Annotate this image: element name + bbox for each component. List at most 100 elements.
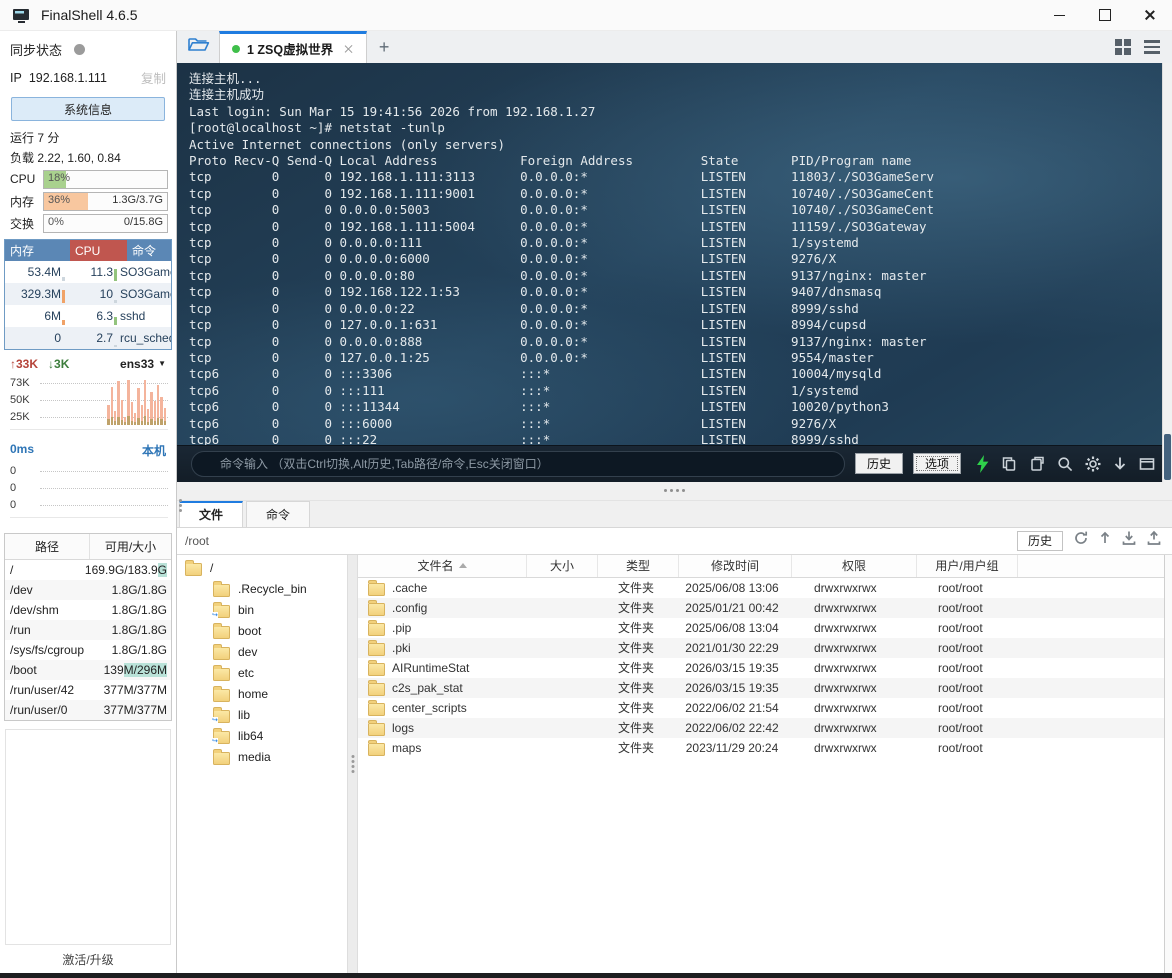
command-input[interactable]	[191, 451, 845, 477]
connected-dot-icon	[232, 45, 240, 53]
file-table-scrollbar-track[interactable]	[1164, 555, 1172, 974]
tree-item[interactable]: home	[177, 684, 347, 705]
file-row[interactable]: .config 文件夹 2025/01/21 00:42 drwxrwxrwx …	[358, 598, 1164, 618]
file-row[interactable]: logs 文件夹 2022/06/02 22:42 drwxrwxrwx roo…	[358, 718, 1164, 738]
layout-grid-icon[interactable]	[1115, 39, 1131, 55]
refresh-icon[interactable]	[1073, 530, 1089, 551]
process-col-cpu[interactable]: CPU	[70, 240, 127, 261]
terminal-scrollbar-track	[1162, 63, 1172, 482]
process-row[interactable]: 329.3M 10 SO3GameS...	[5, 283, 171, 305]
terminal-area[interactable]: 连接主机... 连接主机成功 Last login: Sun Mar 15 19…	[177, 63, 1172, 445]
file-row[interactable]: center_scripts 文件夹 2022/06/02 21:54 drwx…	[358, 698, 1164, 718]
tab-files[interactable]: 文件	[179, 501, 243, 527]
tree-item[interactable]: boot	[177, 621, 347, 642]
download-icon[interactable]	[1121, 530, 1137, 551]
col-type[interactable]: 类型	[598, 555, 679, 577]
tree-item[interactable]: bin	[177, 600, 347, 621]
quick-command-icon[interactable]	[975, 455, 990, 473]
tree-item[interactable]: lib	[177, 705, 347, 726]
new-tab-button[interactable]: +	[367, 31, 401, 63]
minimize-icon	[1054, 15, 1065, 16]
session-tab[interactable]: 1 ZSQ虚拟世界	[219, 31, 367, 63]
process-col-mem[interactable]: 内存	[5, 240, 70, 261]
tree-item[interactable]: etc	[177, 663, 347, 684]
tree-item-label: etc	[238, 666, 254, 680]
tree-item[interactable]: .Recycle_bin	[177, 579, 347, 600]
file-row[interactable]: .pki 文件夹 2021/01/30 22:29 drwxrwxrwx roo…	[358, 638, 1164, 658]
tree-item-label: lib64	[238, 729, 263, 743]
system-info-button[interactable]: 系统信息	[11, 97, 165, 121]
copy-ip-button[interactable]: 复制	[141, 68, 166, 87]
file-name: maps	[392, 741, 421, 755]
tree-item-label: /	[210, 561, 213, 575]
disk-col-path[interactable]: 路径	[5, 534, 90, 559]
file-row[interactable]: c2s_pak_stat 文件夹 2026/03/15 19:35 drwxrw…	[358, 678, 1164, 698]
maximize-button[interactable]	[1082, 0, 1127, 30]
net-bar	[67, 377, 69, 425]
tree-item[interactable]: /	[177, 558, 347, 579]
tree-item[interactable]: media	[177, 747, 347, 768]
upload-icon[interactable]	[1146, 530, 1162, 551]
paste-icon[interactable]	[1028, 455, 1046, 473]
process-row[interactable]: 53.4M 11.3 SO3GameC...	[5, 261, 171, 283]
net-bar	[57, 377, 59, 425]
sidebar-splitter-handle[interactable]	[179, 499, 182, 512]
swap-meter: 0% 0/15.8G	[43, 214, 168, 233]
close-button[interactable]	[1127, 0, 1172, 30]
disk-col-size[interactable]: 可用/大小	[90, 534, 171, 559]
transfer-up-icon[interactable]	[1098, 530, 1112, 551]
path-history-button[interactable]: 历史	[1017, 531, 1063, 551]
directory-tree: / .Recycle_bin bin boot dev etc home lib…	[177, 555, 347, 974]
file-row[interactable]: maps 文件夹 2023/11/29 20:24 drwxrwxrwx roo…	[358, 738, 1164, 758]
process-col-cmd[interactable]: 命令	[127, 240, 171, 261]
window-mode-icon[interactable]	[1138, 455, 1156, 473]
net-bar	[131, 377, 133, 425]
download-arrow-icon[interactable]	[1112, 455, 1128, 473]
options-button[interactable]: 选项	[913, 453, 961, 474]
interface-selector[interactable]: ens33 ▼	[120, 357, 166, 371]
net-download-rate: 3K	[54, 357, 69, 371]
disk-row: /dev/shm1.8G/1.8G	[5, 600, 171, 620]
tree-item[interactable]: lib64	[177, 726, 347, 747]
terminal-scrollbar-thumb[interactable]	[1164, 434, 1171, 480]
folder-icon	[213, 752, 230, 765]
tab-close-icon[interactable]	[344, 44, 354, 54]
folder-icon	[368, 703, 385, 716]
net-bar	[47, 377, 49, 425]
search-icon[interactable]	[1056, 455, 1074, 473]
gear-icon[interactable]	[1084, 455, 1102, 473]
process-row[interactable]: 6M 6.3 sshd	[5, 305, 171, 327]
mem-meter-label: 内存	[10, 193, 36, 210]
tree-splitter[interactable]	[347, 555, 358, 974]
history-button[interactable]: 历史	[855, 453, 903, 474]
activate-upgrade-link[interactable]: 激活/升级	[0, 945, 176, 973]
connection-manager-button[interactable]	[177, 31, 219, 63]
col-perm[interactable]: 权限	[792, 555, 917, 577]
copy-icon[interactable]	[1000, 455, 1018, 473]
file-row[interactable]: .cache 文件夹 2025/06/08 13:06 drwxrwxrwx r…	[358, 578, 1164, 598]
process-row[interactable]: 0 2.7 rcu_sched	[5, 327, 171, 349]
col-owner[interactable]: 用户/用户组	[917, 555, 1018, 577]
chart-grid-row: 0	[10, 462, 168, 479]
ping-latency: 0ms	[10, 442, 34, 459]
folder-icon	[368, 643, 385, 656]
col-mtime[interactable]: 修改时间	[679, 555, 792, 577]
col-size[interactable]: 大小	[527, 555, 598, 577]
minimize-button[interactable]	[1037, 0, 1082, 30]
disk-row: /boot139M/296M	[5, 660, 171, 680]
file-row[interactable]: .pip 文件夹 2025/06/08 13:04 drwxrwxrwx roo…	[358, 618, 1164, 638]
path-input[interactable]	[177, 533, 1017, 549]
file-row[interactable]: AIRuntimeStat 文件夹 2026/03/15 19:35 drwxr…	[358, 658, 1164, 678]
tab-commands[interactable]: 命令	[246, 501, 310, 527]
hamburger-menu-icon[interactable]	[1144, 40, 1160, 54]
net-bar	[117, 377, 119, 425]
col-filename[interactable]: 文件名	[358, 555, 527, 577]
net-bar	[104, 377, 106, 425]
tree-item[interactable]: dev	[177, 642, 347, 663]
monitor-sidebar: 同步状态 IP 192.168.1.111 复制 系统信息 运行 7 分 负载 …	[0, 31, 177, 973]
file-owner: root/root	[912, 741, 1012, 755]
app-icon	[12, 7, 31, 24]
panel-splitter[interactable]	[177, 482, 1172, 501]
ping-chart: 000	[10, 462, 168, 518]
folder-icon	[213, 647, 230, 660]
